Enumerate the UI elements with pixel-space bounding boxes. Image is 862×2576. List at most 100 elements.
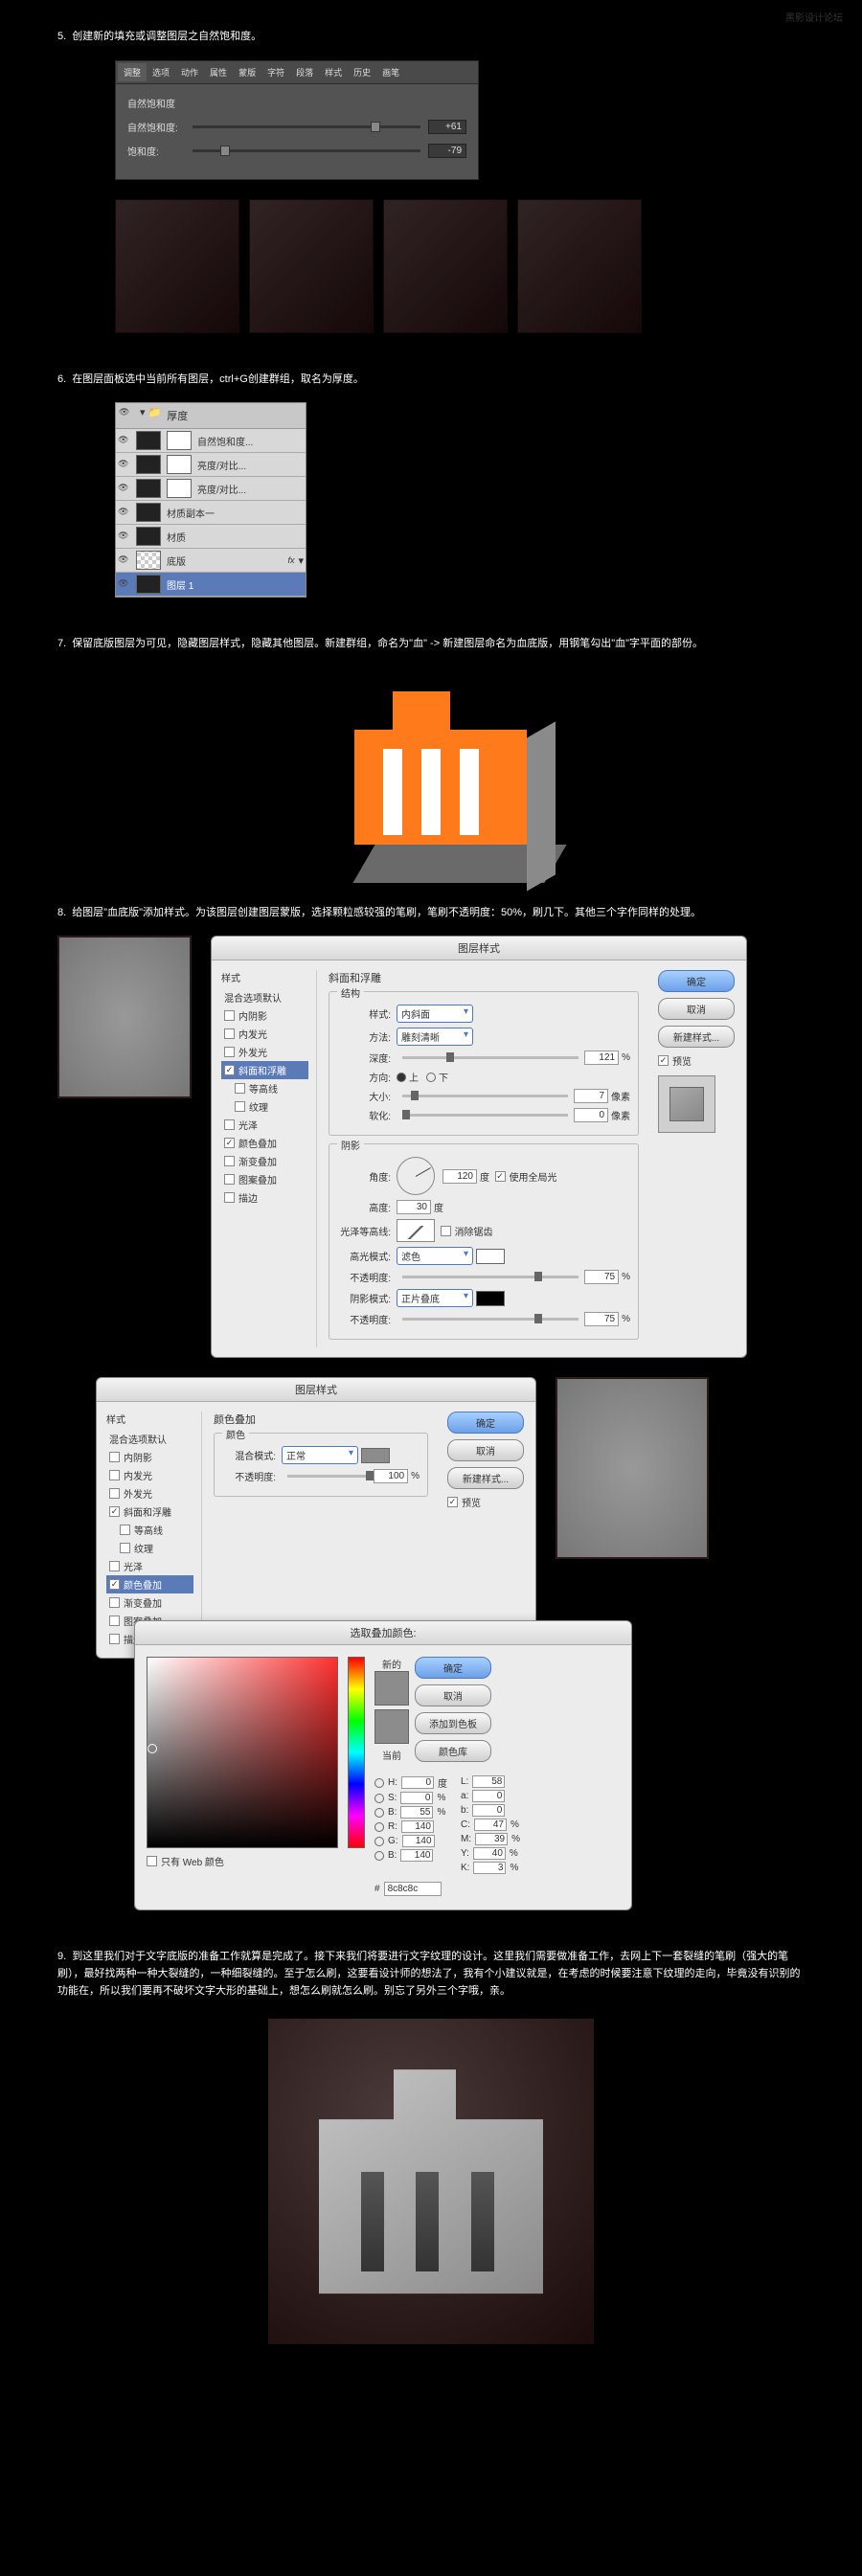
checkbox[interactable] [120, 1525, 130, 1535]
radio-g[interactable] [374, 1837, 384, 1846]
saturation-slider[interactable] [193, 149, 420, 152]
lab-b-input[interactable]: 0 [472, 1804, 505, 1817]
tab-2[interactable]: 动作 [175, 63, 204, 81]
l-input[interactable]: 58 [472, 1775, 505, 1788]
tab-7[interactable]: 样式 [319, 63, 348, 81]
s-input[interactable]: 0 [400, 1792, 433, 1804]
style-item[interactable]: 内发光 [221, 1025, 308, 1043]
opacity-slider[interactable] [287, 1475, 368, 1478]
radio-s[interactable] [374, 1794, 384, 1803]
checkbox[interactable] [109, 1452, 120, 1462]
shadow-opacity-slider[interactable] [402, 1318, 578, 1321]
shadow-mode-select[interactable]: 正片叠底▾ [397, 1289, 473, 1307]
blend-mode-select[interactable]: 正常▾ [282, 1446, 358, 1464]
vibrance-slider[interactable] [193, 125, 420, 128]
angle-wheel[interactable] [397, 1157, 435, 1195]
tab-9[interactable]: 画笔 [376, 63, 405, 81]
cancel-button[interactable]: 取消 [447, 1439, 524, 1461]
picker-cancel-button[interactable]: 取消 [415, 1684, 491, 1706]
fx-badge[interactable]: fx [287, 555, 294, 565]
style-item[interactable]: 渐变叠加 [106, 1593, 193, 1612]
checkbox[interactable] [235, 1083, 245, 1094]
size-value[interactable]: 7 [574, 1089, 608, 1103]
radio-h[interactable] [374, 1778, 384, 1788]
layer-row[interactable]: 亮度/对比... [116, 453, 306, 477]
folder-name[interactable]: 厚度 [161, 406, 193, 425]
radio-b2[interactable] [374, 1851, 384, 1861]
ok-button[interactable]: 确定 [447, 1412, 524, 1434]
preview-checkbox[interactable] [447, 1497, 458, 1507]
checkbox[interactable] [109, 1470, 120, 1480]
shadow-color[interactable] [476, 1291, 505, 1306]
checkbox[interactable] [224, 1028, 235, 1039]
layer-row[interactable]: 图层 1 [116, 573, 306, 597]
radio-b[interactable] [374, 1808, 384, 1818]
web-only-checkbox[interactable] [147, 1856, 157, 1866]
style-item-bevel[interactable]: 斜面和浮雕 [221, 1061, 308, 1079]
eye-icon[interactable] [118, 458, 133, 471]
antialias-checkbox[interactable] [441, 1226, 451, 1236]
y-input[interactable]: 40 [473, 1847, 506, 1860]
tab-6[interactable]: 段落 [290, 63, 319, 81]
depth-value[interactable]: 121 [584, 1051, 619, 1065]
g-input[interactable]: 140 [402, 1835, 435, 1847]
style-item[interactable]: 外发光 [221, 1043, 308, 1061]
shadow-opacity-value[interactable]: 75 [584, 1312, 619, 1326]
style-item[interactable]: 光泽 [106, 1557, 193, 1575]
new-style-button[interactable]: 新建样式... [658, 1026, 735, 1048]
style-item[interactable]: 等高线 [106, 1521, 193, 1539]
style-item[interactable]: 内阴影 [106, 1448, 193, 1466]
tab-4[interactable]: 蒙版 [233, 63, 261, 81]
chevron-icon[interactable]: ▾ [298, 554, 304, 567]
soften-value[interactable]: 0 [574, 1108, 608, 1122]
c-input[interactable]: 47 [474, 1819, 507, 1831]
style-item-color-overlay[interactable]: 颜色叠加 [106, 1575, 193, 1593]
tab-1[interactable]: 选项 [147, 63, 175, 81]
blend-defaults[interactable]: 混合选项默认 [221, 988, 308, 1006]
style-item[interactable]: 图案叠加 [221, 1170, 308, 1188]
size-slider[interactable] [402, 1095, 568, 1097]
highlight-color[interactable] [476, 1249, 505, 1264]
style-item[interactable]: 等高线 [221, 1079, 308, 1097]
highlight-opacity-value[interactable]: 75 [584, 1270, 619, 1284]
checkbox[interactable] [109, 1579, 120, 1590]
h-input[interactable]: 0 [401, 1776, 434, 1789]
overlay-color-swatch[interactable] [361, 1448, 390, 1463]
tab-3[interactable]: 属性 [204, 63, 233, 81]
b2-input[interactable]: 140 [400, 1849, 433, 1862]
angle-value[interactable]: 120 [442, 1169, 477, 1184]
cancel-button[interactable]: 取消 [658, 998, 735, 1020]
radio-r[interactable] [374, 1822, 384, 1832]
radio-up[interactable] [397, 1073, 406, 1082]
style-item[interactable]: 外发光 [106, 1484, 193, 1503]
checkbox[interactable] [224, 1138, 235, 1148]
style-item[interactable]: 光泽 [221, 1116, 308, 1134]
checkbox[interactable] [109, 1561, 120, 1571]
vibrance-value[interactable]: +61 [428, 120, 466, 134]
checkbox[interactable] [109, 1488, 120, 1499]
global-light-checkbox[interactable] [495, 1171, 506, 1182]
soften-slider[interactable] [402, 1114, 568, 1117]
k-input[interactable]: 3 [473, 1862, 506, 1874]
checkbox[interactable] [120, 1543, 130, 1553]
chevron-down-icon[interactable]: ▾ [140, 406, 146, 425]
layer-row[interactable]: 材质副本一 [116, 501, 306, 525]
tab-8[interactable]: 历史 [348, 63, 376, 81]
checkbox[interactable] [109, 1597, 120, 1608]
checkbox[interactable] [109, 1634, 120, 1644]
r-input[interactable]: 140 [401, 1820, 434, 1833]
style-item[interactable]: 纹理 [106, 1539, 193, 1557]
style-item[interactable]: 渐变叠加 [221, 1152, 308, 1170]
eye-icon[interactable] [118, 577, 133, 591]
highlight-mode-select[interactable]: 滤色▾ [397, 1247, 473, 1265]
add-swatch-button[interactable]: 添加到色板 [415, 1712, 491, 1734]
picker-ok-button[interactable]: 确定 [415, 1657, 491, 1679]
eye-icon[interactable] [118, 482, 133, 495]
layer-row[interactable]: 底版fx▾ [116, 549, 306, 573]
checkbox[interactable] [224, 1192, 235, 1203]
radio-down[interactable] [426, 1073, 436, 1082]
opacity-value[interactable]: 100 [374, 1469, 408, 1483]
m-input[interactable]: 39 [475, 1833, 508, 1845]
depth-slider[interactable] [402, 1056, 578, 1059]
highlight-opacity-slider[interactable] [402, 1276, 578, 1278]
